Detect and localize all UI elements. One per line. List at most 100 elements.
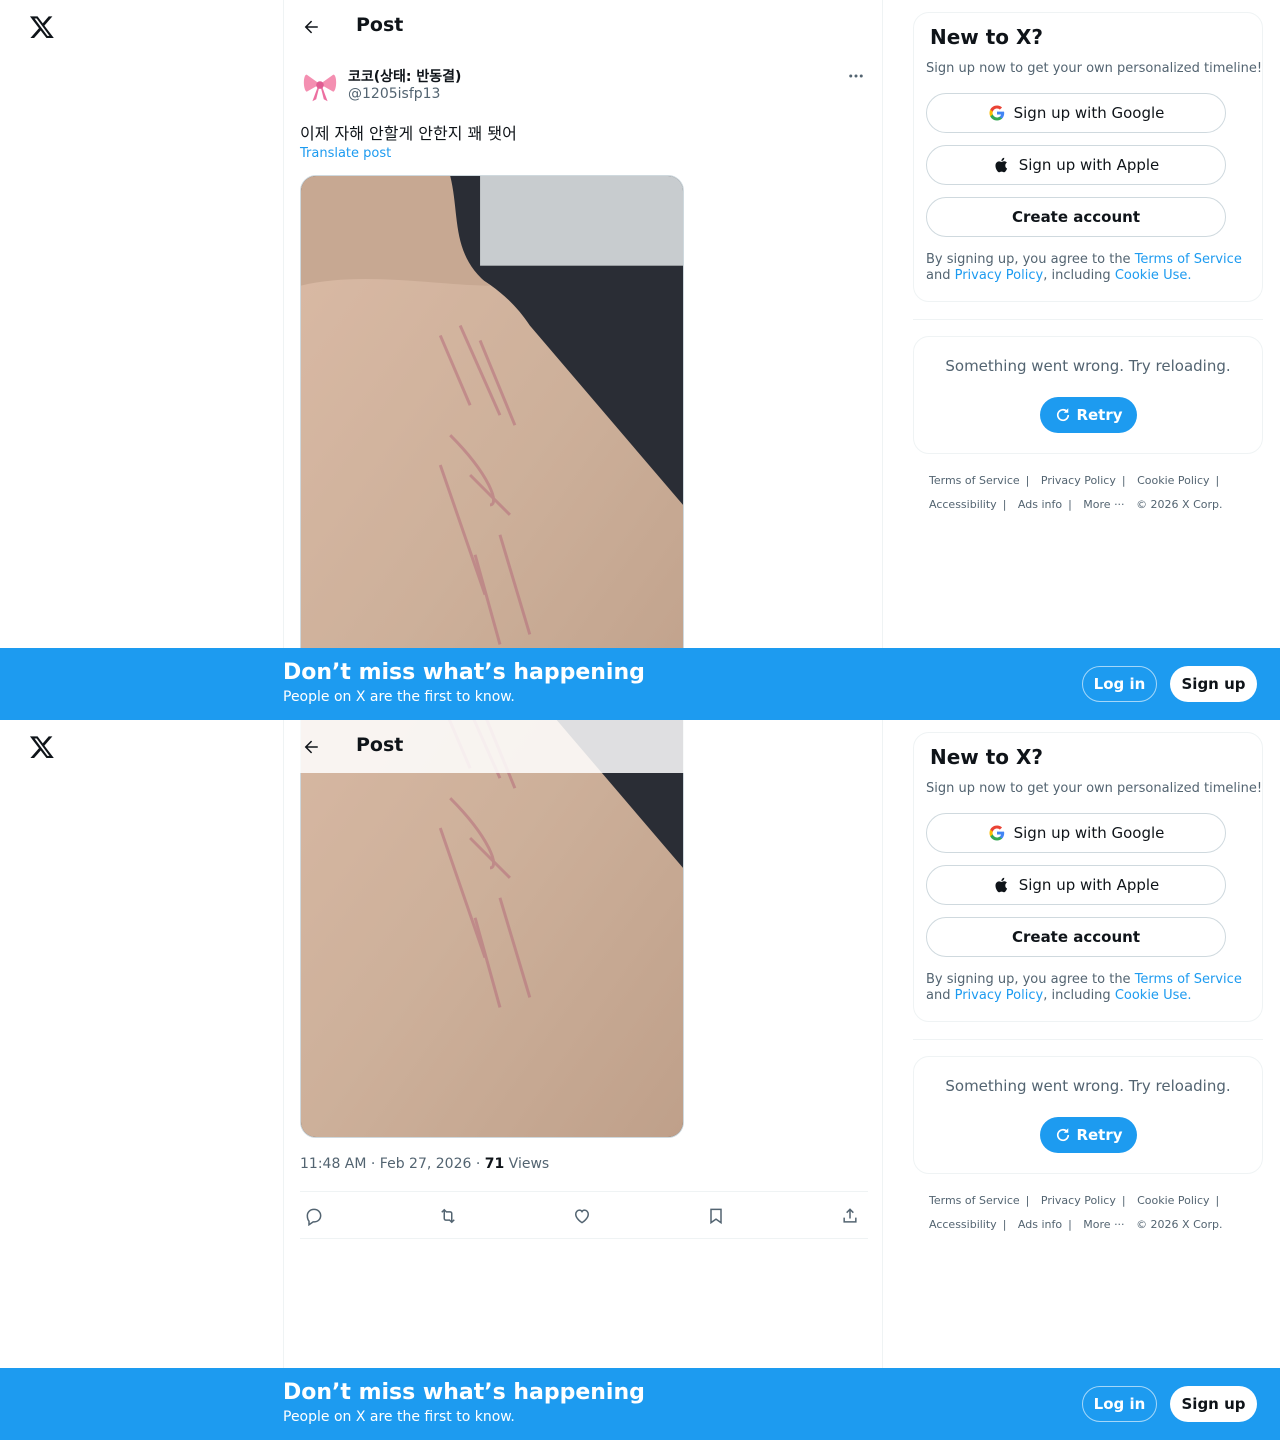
retry-label: Retry [1076,406,1123,424]
banner-title: Don’t miss what’s happening [283,1380,645,1405]
sidebar-divider [913,1039,1263,1040]
signup-button[interactable]: Sign up [1170,666,1257,702]
refresh-icon [1057,408,1070,422]
x-logo-icon[interactable] [29,14,55,40]
footer-privacy-link[interactable]: Privacy Policy [1041,1194,1116,1207]
signup-card: New to X? Sign up now to get your own pe… [913,732,1263,1022]
signup-apple-button[interactable]: Sign up with Apple [926,865,1226,905]
reply-icon[interactable] [302,1204,326,1228]
banner-subtitle: People on X are the first to know. [283,689,515,705]
terms-link[interactable]: Terms of Service [1135,972,1242,987]
footer-more-link[interactable]: More ··· [1083,498,1124,511]
primary-column: Post 코코(상태: 반동결) @1205isfp13 이제 자해 안할게 안… [283,0,883,720]
post-header: Post [284,720,704,773]
signup-google-label: Sign up with Google [1013,104,1165,122]
footer-links: Terms of Service | Privacy Policy | Cookie… [929,1194,1223,1231]
create-account-button[interactable]: Create account [926,197,1226,237]
tweet-author: 코코(상태: 반동결) @1205isfp13 [300,66,868,110]
signup-legal-text: By signing up, you agree to the Terms of… [926,972,1252,1004]
signup-card-title: New to X? [930,25,1044,49]
tweet-photo[interactable] [300,175,684,720]
signup-card-subtitle: Sign up now to get your own personalized… [926,61,1263,76]
signup-banner: Don’t miss what’s happening People on X … [0,1368,1280,1440]
footer-more-link[interactable]: More ··· [1083,1218,1124,1231]
avatar[interactable] [300,66,340,106]
signup-apple-button[interactable]: Sign up with Apple [926,145,1226,185]
views-label: Views [504,1156,550,1172]
apple-icon [995,157,1007,173]
footer-accessibility-link[interactable]: Accessibility [929,498,997,511]
create-account-button[interactable]: Create account [926,917,1226,957]
footer-ads-link[interactable]: Ads info [1018,1218,1062,1231]
footer-copyright: © 2026 X Corp. [1136,498,1223,511]
footer-cookie-link[interactable]: Cookie Policy [1137,1194,1209,1207]
google-icon [989,105,1004,121]
legal-and: and [926,268,955,283]
login-button[interactable]: Log in [1082,666,1157,702]
signup-google-label: Sign up with Google [1013,824,1165,842]
page-title: Post [356,14,404,36]
legal-prefix: By signing up, you agree to the [926,252,1135,267]
footer-privacy-link[interactable]: Privacy Policy [1041,474,1116,487]
signup-google-button[interactable]: Sign up with Google [926,813,1226,853]
login-button[interactable]: Log in [1082,1386,1157,1422]
signup-google-button[interactable]: Sign up with Google [926,93,1226,133]
retry-button[interactable]: Retry [1040,397,1137,433]
signup-card: New to X? Sign up now to get your own pe… [913,12,1263,302]
sidebar-divider [913,319,1263,320]
error-card: Something went wrong. Try reloading. Ret… [913,336,1263,454]
footer-terms-link[interactable]: Terms of Service [929,1194,1020,1207]
error-message: Something went wrong. Try reloading. [945,357,1231,375]
cookie-link[interactable]: Cookie Use. [1115,268,1192,283]
bookmark-icon[interactable] [704,1204,728,1228]
google-icon [989,825,1004,841]
viewport-frame-top: Post 코코(상태: 반동결) @1205isfp13 이제 자해 안할게 안… [0,0,1280,720]
x-logo-icon[interactable] [29,734,55,760]
translate-post-link[interactable]: Translate post [300,146,391,161]
views-count: 71 [484,1156,505,1172]
page-title: Post [356,734,404,756]
terms-link[interactable]: Terms of Service [1135,252,1242,267]
tweet-text: 이제 자해 안할게 안한지 꽤 됏어 [300,124,517,143]
privacy-link[interactable]: Privacy Policy [955,988,1044,1003]
author-handle[interactable]: @1205isfp13 [348,86,440,102]
legal-prefix: By signing up, you agree to the [926,972,1135,987]
tweet-photo[interactable] [300,720,684,1138]
signup-apple-label: Sign up with Apple [1018,156,1160,174]
footer-accessibility-link[interactable]: Accessibility [929,1218,997,1231]
tweet-timestamp: 11:48 AM · Feb 27, 2026 · 71 Views [300,1156,549,1172]
retry-button[interactable]: Retry [1040,1117,1137,1153]
post-header: Post [284,0,883,53]
footer-ads-link[interactable]: Ads info [1018,498,1062,511]
ribbon-bow-icon [303,74,337,102]
repost-icon[interactable] [436,1204,460,1228]
primary-column: 11:48 AM · Feb 27, 2026 · 71 Views [283,720,883,1440]
error-message: Something went wrong. Try reloading. [945,1077,1231,1095]
back-arrow-icon[interactable] [298,14,324,40]
footer-copyright: © 2026 X Corp. [1136,1218,1223,1231]
privacy-link[interactable]: Privacy Policy [955,268,1044,283]
error-card: Something went wrong. Try reloading. Ret… [913,1056,1263,1174]
legal-including: , including [1043,268,1115,283]
signup-button[interactable]: Sign up [1170,1386,1257,1422]
like-icon[interactable] [570,1204,594,1228]
footer-cookie-link[interactable]: Cookie Policy [1137,474,1209,487]
tweet-actions [300,1191,868,1239]
signup-legal-text: By signing up, you agree to the Terms of… [926,252,1252,284]
more-options-icon[interactable] [844,66,868,86]
signup-card-title: New to X? [930,745,1044,769]
legal-and: and [926,988,955,1003]
refresh-icon [1057,1128,1070,1142]
share-icon[interactable] [838,1204,862,1228]
author-display-name[interactable]: 코코(상태: 반동결) [348,66,461,86]
tweet-time[interactable]: 11:48 AM · Feb 27, 2026 · [300,1156,485,1172]
apple-icon [995,877,1007,893]
back-arrow-icon[interactable] [298,734,324,760]
viewport-frame-bottom: 11:48 AM · Feb 27, 2026 · 71 Views Post [0,720,1280,1440]
legal-including: , including [1043,988,1115,1003]
signup-banner: Don’t miss what’s happening People on X … [0,648,1280,720]
footer-links: Terms of Service | Privacy Policy | Cookie… [929,474,1223,511]
cookie-link[interactable]: Cookie Use. [1115,988,1192,1003]
signup-apple-label: Sign up with Apple [1018,876,1160,894]
footer-terms-link[interactable]: Terms of Service [929,474,1020,487]
